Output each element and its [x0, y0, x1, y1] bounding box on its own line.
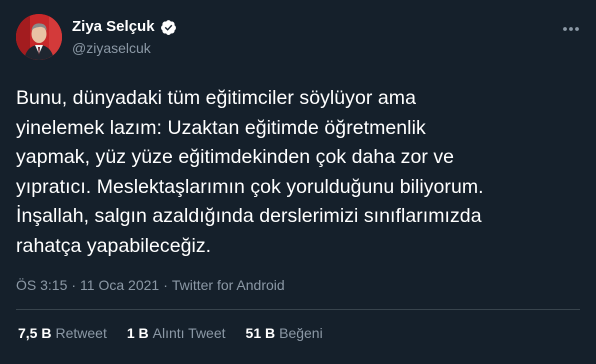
stat-label: Alıntı Tweet — [152, 325, 226, 341]
avatar-photo — [16, 14, 62, 60]
more-dots-icon — [563, 27, 579, 31]
tweet-source[interactable]: Twitter for Android — [172, 276, 285, 294]
author-name-row[interactable]: Ziya Selçuk — [72, 18, 177, 36]
tweet-stats: 7,5 B Retweet 1 B Alıntı Tweet 51 B Beğe… — [18, 324, 343, 342]
stat-label: Retweet — [55, 325, 107, 341]
retweet-count[interactable]: 7,5 B Retweet — [18, 324, 107, 342]
tweet-time[interactable]: ÖS 3:15 — [16, 276, 67, 294]
like-count[interactable]: 51 B Beğeni — [246, 324, 323, 342]
stat-count: 51 B — [245, 325, 276, 341]
divider — [16, 309, 580, 310]
stat-count: 1 B — [126, 325, 149, 341]
verified-badge-icon — [160, 19, 176, 35]
more-options-button[interactable] — [560, 18, 582, 40]
author-handle[interactable]: @ziyaselcuk — [72, 39, 151, 57]
tweet-meta: ÖS 3:15 · 11 Oca 2021 · Twitter for Andr… — [16, 276, 285, 294]
avatar[interactable] — [16, 14, 62, 60]
stat-count: 7,5 B — [18, 325, 52, 341]
stat-label: Beğeni — [279, 325, 323, 341]
tweet-text: Bunu, dünyadaki tüm eğitimciler söylüyor… — [16, 87, 484, 257]
meta-separator: · — [163, 277, 168, 293]
meta-separator: · — [71, 277, 77, 293]
tweet-card: Ziya Selçuk @ziyaselcuk Bunu, dünyadaki … — [0, 0, 596, 364]
tweet-date[interactable]: 11 Oca 2021 — [80, 276, 159, 294]
quote-tweet-count[interactable]: 1 B Alıntı Tweet — [127, 324, 226, 342]
author-display-name[interactable]: Ziya Selçuk — [72, 18, 155, 36]
